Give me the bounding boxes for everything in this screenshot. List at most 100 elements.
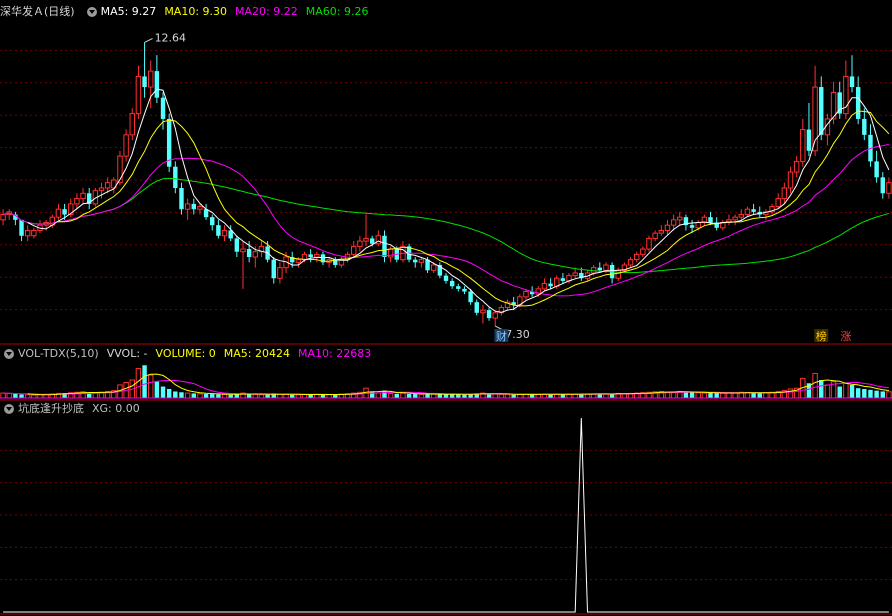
volume-bar — [862, 389, 867, 398]
volume-bar — [369, 391, 375, 398]
candle-body — [462, 288, 467, 292]
volume-bar — [252, 393, 259, 399]
volume-bar — [406, 393, 412, 398]
candle-body — [732, 216, 738, 221]
candle-body — [819, 87, 824, 135]
candle-body — [246, 249, 252, 258]
candle-body — [862, 118, 867, 135]
dropdown-icon[interactable] — [86, 7, 97, 17]
volume-bar — [529, 394, 535, 398]
candle-body — [363, 237, 369, 242]
candle-body — [413, 259, 418, 263]
volume-bar — [387, 392, 394, 399]
candle-body — [548, 283, 553, 287]
volume-bar — [173, 391, 178, 398]
candle-body — [468, 291, 473, 303]
high-leader — [144, 37, 153, 43]
volume-bar — [197, 393, 203, 399]
candle-body — [793, 160, 800, 173]
volume-bar — [92, 392, 99, 399]
volume-bar — [456, 394, 461, 398]
candle-body — [751, 209, 756, 212]
volume-bar — [418, 393, 425, 399]
volume-bar — [849, 384, 855, 398]
volume-bar — [19, 394, 24, 398]
volume-bar — [425, 393, 430, 398]
candle-body — [357, 240, 363, 247]
volume-bar — [0, 392, 6, 399]
candle-body — [425, 259, 430, 271]
candle-body — [62, 209, 67, 215]
marker-zhang: 涨 — [840, 330, 851, 343]
candle-body — [184, 203, 191, 210]
volume-bar — [689, 392, 695, 398]
candle-body — [308, 254, 313, 258]
volume-header: VOL-TDX(5,10) VVOL: - VOLUME: 0 MA5: 204… — [0, 346, 379, 362]
candle-body — [800, 129, 806, 162]
candle-body — [24, 229, 31, 237]
volume-bar — [695, 392, 701, 399]
dropdown-icon[interactable] — [4, 349, 14, 359]
candle-body — [31, 229, 37, 237]
volume-bar — [504, 393, 511, 399]
ma5-readout: MA5: 9.27 — [100, 5, 157, 18]
volume-bar — [732, 392, 738, 399]
candle-body — [695, 221, 701, 229]
volume-bar — [492, 393, 498, 399]
volume-bar — [548, 394, 553, 398]
vvol-readout: VVOL: - — [106, 347, 148, 360]
candle-body — [886, 182, 892, 194]
candle-body — [191, 203, 196, 210]
candle-body — [271, 259, 276, 279]
xg-header: 坑底逢升抄底 XG: 0.00 — [0, 401, 148, 417]
ma60-readout: MA60: 9.26 — [305, 5, 369, 18]
candle-body — [216, 225, 221, 236]
volume-bar — [708, 392, 713, 398]
volume-bar — [535, 393, 541, 399]
candle-body — [430, 264, 437, 271]
candle-body — [633, 253, 640, 261]
candle-body — [572, 272, 578, 277]
stock-title: 深华发Ａ(日线) — [0, 5, 75, 18]
candle-body — [652, 232, 658, 239]
volume-bar — [720, 392, 726, 399]
volume-bar — [166, 389, 172, 398]
candle-body — [603, 264, 609, 271]
volume-bar — [265, 394, 270, 398]
candle-body — [456, 286, 461, 289]
price-header: 深华发Ａ(日线) MA5: 9.27 MA10: 9.30 MA20: 9.22… — [0, 4, 376, 20]
low-label: 7.30 — [505, 328, 530, 341]
candle-body — [123, 134, 129, 157]
volume-bar — [701, 392, 708, 399]
candle-body — [627, 259, 634, 266]
candle-body — [615, 269, 621, 279]
candle-body — [646, 237, 652, 250]
high-label: 12.64 — [155, 31, 187, 44]
candle-body — [129, 113, 135, 136]
candle-body — [173, 166, 178, 188]
candle-body — [689, 225, 695, 228]
candle-body — [19, 219, 24, 236]
volume-bar — [726, 392, 732, 399]
candle-body — [154, 71, 160, 98]
volume-bar — [886, 391, 892, 399]
stock-chart[interactable]: 12.64 7.30财 榜涨 — [0, 0, 892, 616]
candle-body — [369, 238, 375, 244]
volume-bar — [855, 388, 861, 398]
candle-body — [135, 75, 142, 115]
candle-body — [775, 198, 781, 208]
candle-body — [874, 161, 879, 178]
candle-body — [541, 283, 548, 290]
candle-body — [492, 312, 498, 319]
candle-body — [148, 70, 154, 88]
candle-body — [0, 214, 6, 221]
volume-bar — [603, 393, 609, 399]
volume-bar — [221, 393, 228, 399]
volume-bar — [757, 393, 762, 398]
volume-bar — [430, 393, 437, 399]
volume-ma5-readout: MA5: 20424 — [223, 347, 290, 360]
volume-bar — [13, 393, 18, 398]
volume-bar — [179, 392, 184, 398]
candle-body — [210, 217, 215, 226]
dropdown-icon[interactable] — [4, 404, 14, 414]
